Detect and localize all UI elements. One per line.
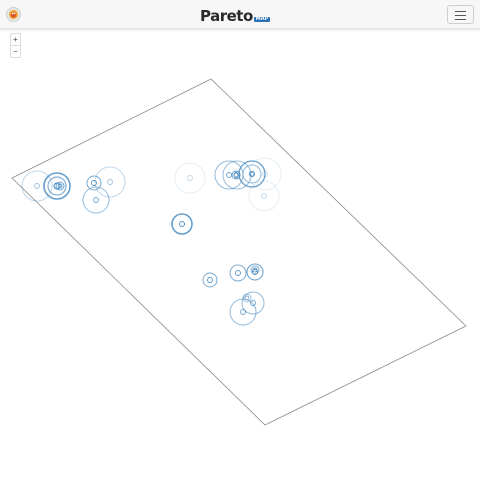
zoom-control: + − — [10, 33, 21, 58]
marker-outer-ring — [47, 176, 67, 196]
map-marker[interactable] — [47, 176, 67, 196]
marker-center — [226, 172, 232, 178]
map-boundary — [11, 78, 467, 426]
marker-outer-ring — [229, 264, 247, 282]
marker-center — [240, 309, 246, 315]
marker-outer-ring — [171, 213, 193, 235]
map-marker[interactable] — [82, 186, 110, 214]
map-marker[interactable] — [242, 293, 252, 303]
map-marker[interactable] — [171, 213, 193, 235]
map-marker[interactable] — [229, 264, 247, 282]
zoom-out-button[interactable]: − — [11, 45, 20, 57]
marker-outer-ring — [242, 164, 262, 184]
marker-outer-ring — [174, 162, 206, 194]
marker-center — [187, 175, 193, 181]
marker-outer-ring — [86, 175, 102, 191]
marker-outer-ring — [202, 272, 218, 288]
marker-center — [233, 172, 239, 178]
map-marker[interactable] — [248, 180, 280, 212]
marker-center — [179, 221, 185, 227]
marker-outer-ring — [222, 160, 252, 190]
map-marker[interactable] — [94, 166, 126, 198]
marker-outer-ring — [242, 293, 252, 303]
map-marker[interactable] — [222, 160, 252, 190]
marker-outer-ring — [229, 298, 257, 326]
zoom-in-button[interactable]: + — [11, 34, 20, 45]
marker-center — [107, 179, 113, 185]
map-marker[interactable] — [174, 162, 206, 194]
map-marker[interactable] — [229, 298, 257, 326]
marker-outer-ring — [82, 186, 110, 214]
marker-center — [207, 277, 213, 283]
marker-outer-ring — [248, 180, 280, 212]
marker-outer-ring — [250, 265, 260, 275]
marker-outer-ring — [94, 166, 126, 198]
marker-center — [93, 197, 99, 203]
marker-center — [261, 193, 267, 199]
map-marker[interactable] — [250, 265, 260, 275]
marker-layer — [21, 157, 282, 326]
map-marker[interactable] — [242, 164, 262, 184]
map-canvas[interactable] — [0, 0, 480, 480]
map-marker[interactable] — [86, 175, 102, 191]
map-marker[interactable] — [202, 272, 218, 288]
marker-center — [235, 270, 241, 276]
marker-center — [34, 183, 40, 189]
